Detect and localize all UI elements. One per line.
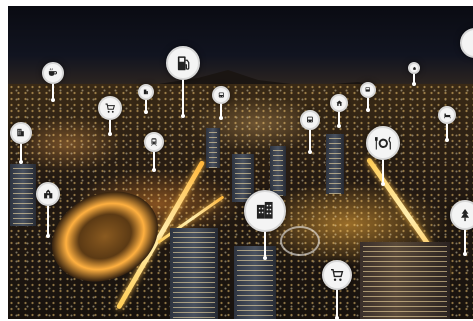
map-pin-school[interactable]: [36, 182, 60, 238]
coffee-cup-icon: [49, 68, 58, 77]
bus-icon: [218, 92, 224, 98]
map-pin-hotel[interactable]: [438, 106, 456, 142]
bus-icon: [365, 87, 371, 92]
map-pin-bus-top[interactable]: [212, 86, 230, 120]
tower-left-cluster: [10, 164, 36, 226]
map-pin-house-far[interactable]: [408, 62, 420, 86]
hotel-icon: [443, 113, 451, 118]
tower-mid-left: [206, 128, 220, 168]
map-pin-house[interactable]: [330, 94, 348, 128]
tree-icon: [460, 208, 470, 222]
map-pin-train[interactable]: [144, 132, 164, 172]
tower-right-cluster: [326, 134, 344, 194]
city-night-photo: [8, 6, 473, 319]
map-pin-bus-mid[interactable]: [300, 110, 320, 154]
tower-foreground-right: [360, 242, 450, 319]
map-pin-bus-right[interactable]: [360, 82, 376, 112]
shopping-cart-icon: [330, 268, 344, 281]
shopping-cart-icon: [105, 103, 115, 113]
building-icon: [17, 129, 25, 137]
roundabout: [280, 226, 320, 256]
map-pin-shopping-cart-2[interactable]: [322, 260, 352, 319]
plate-cutlery-icon: [374, 136, 391, 150]
house-icon: [412, 66, 416, 70]
map-pin-edge-top-right[interactable]: [460, 28, 473, 58]
building-icon: [257, 202, 273, 219]
map-pin-building-large[interactable]: [244, 190, 286, 260]
map-pin-fuel[interactable]: [166, 46, 200, 118]
train-icon: [151, 138, 157, 146]
tower-foreground-mid: [234, 246, 276, 319]
map-pin-tree[interactable]: [450, 200, 473, 256]
map-pin-restaurant[interactable]: [366, 126, 400, 186]
tower-center-2: [270, 146, 286, 196]
house-icon: [336, 100, 342, 106]
map-pin-coffee[interactable]: [42, 62, 64, 102]
map-pin-shopping-cart-1[interactable]: [98, 96, 122, 136]
fuel-pump-icon: [177, 56, 190, 70]
building-icon: [144, 89, 149, 95]
map-pin-building-small[interactable]: [138, 84, 154, 114]
school-icon: [43, 189, 53, 199]
tower-foreground-left: [170, 228, 218, 319]
bus-icon: [307, 116, 313, 123]
map-pin-building-left[interactable]: [10, 122, 32, 164]
